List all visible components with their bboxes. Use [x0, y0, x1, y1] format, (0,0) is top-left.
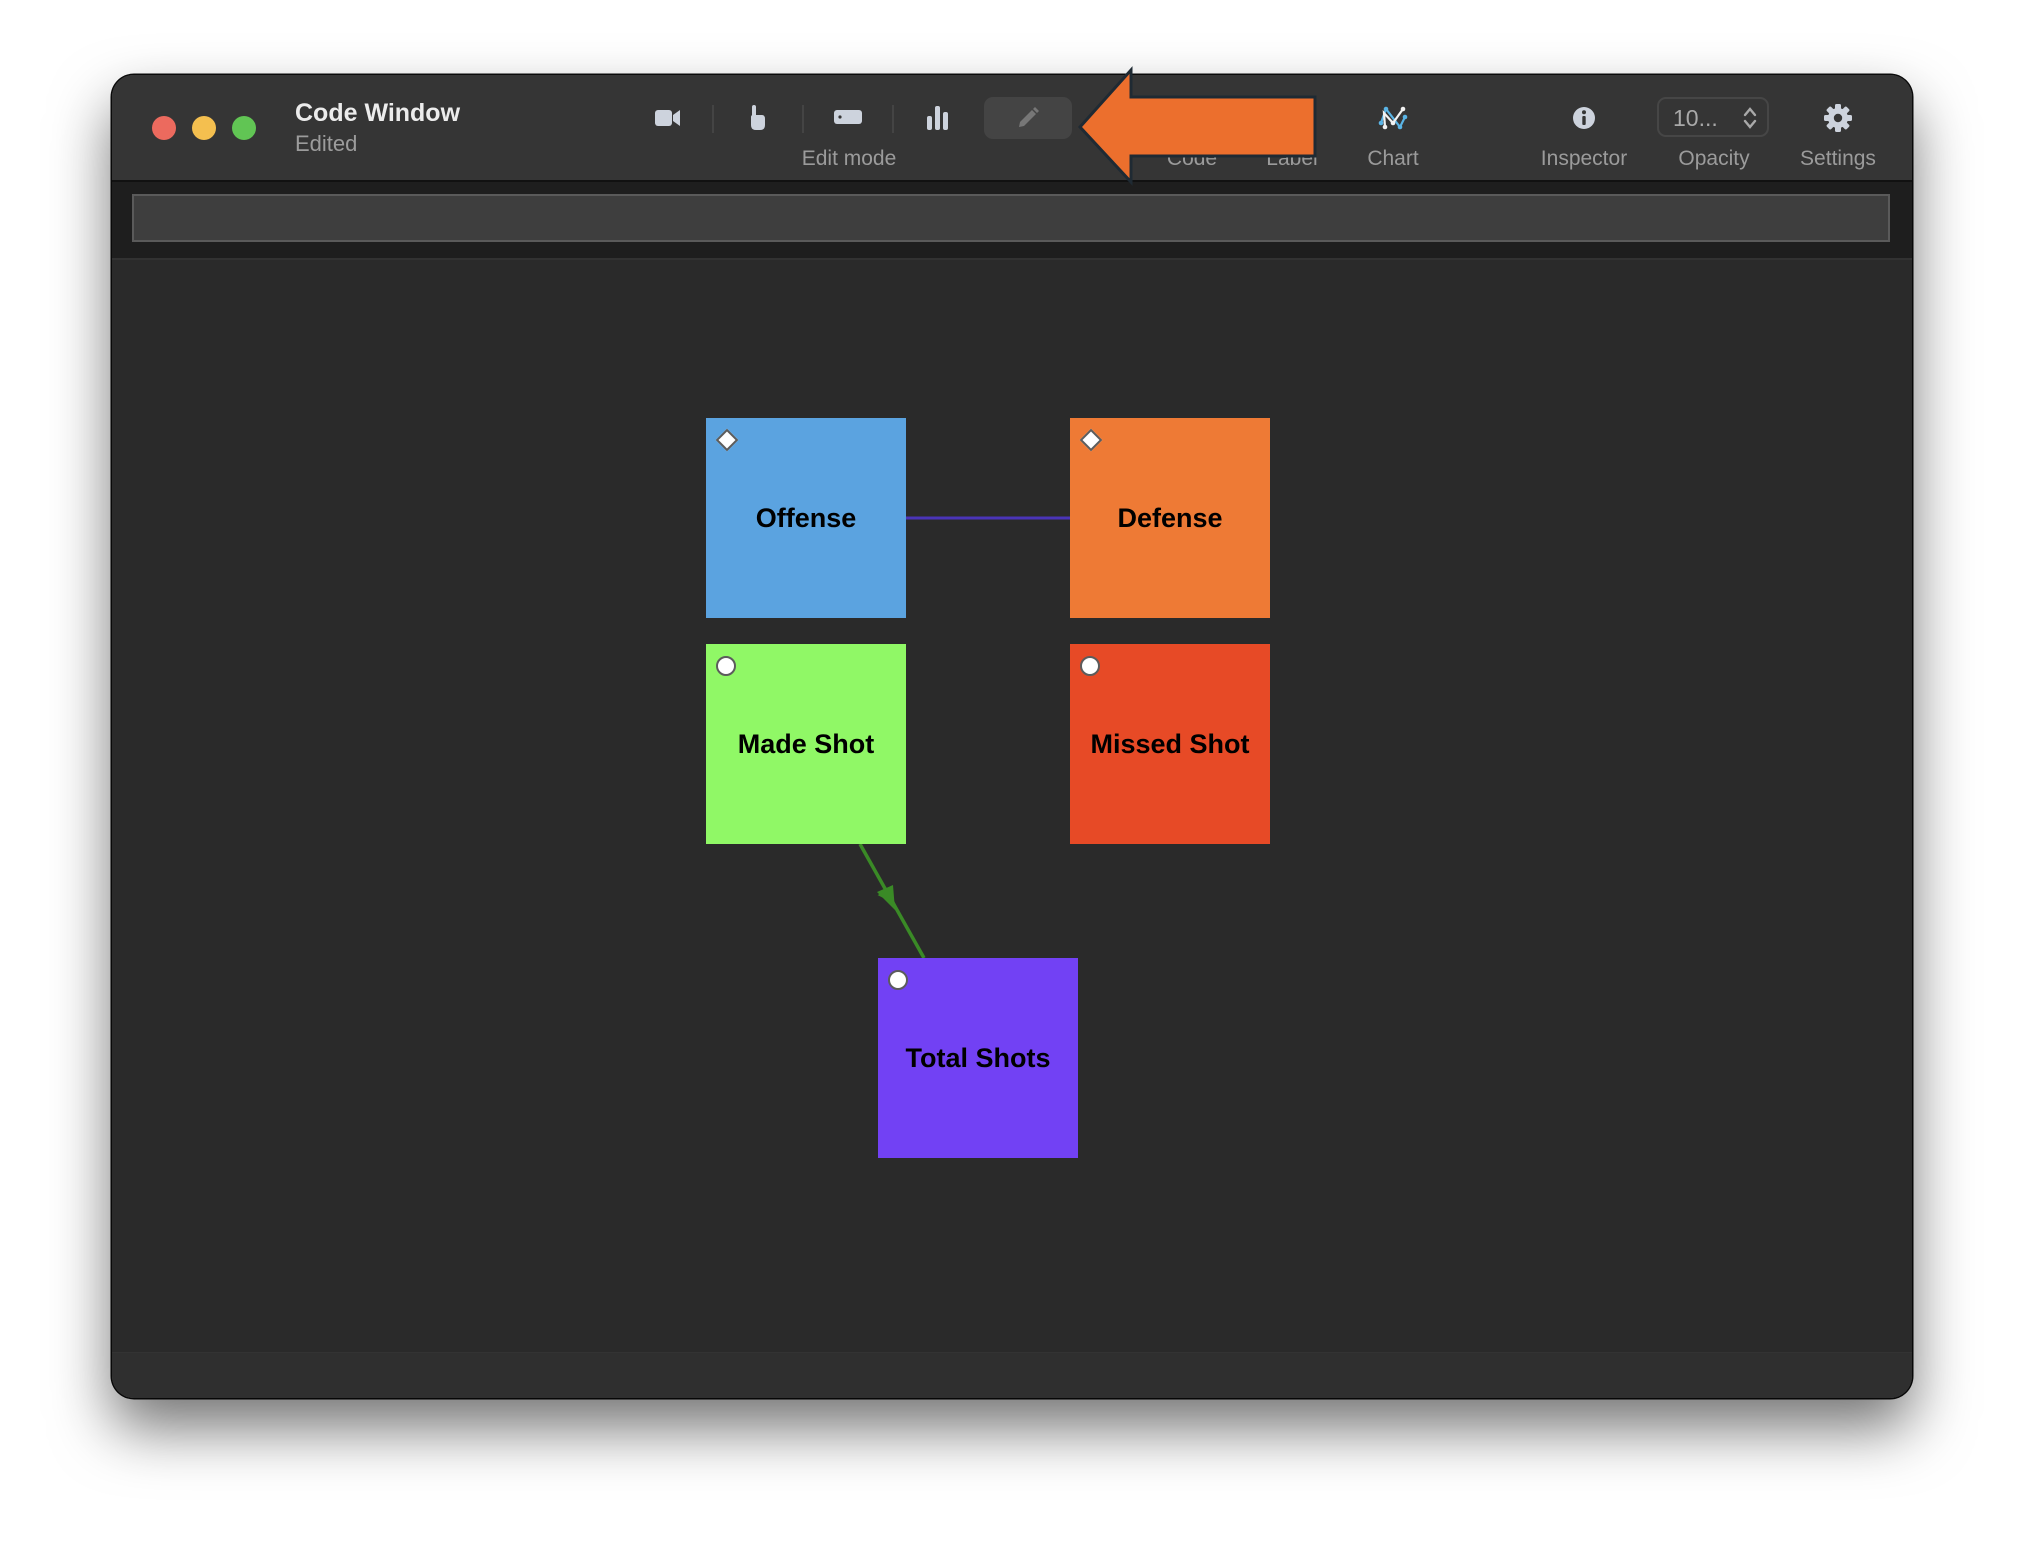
opacity-stepper[interactable]: 10...	[1657, 97, 1769, 137]
tag-button[interactable]	[828, 98, 868, 138]
code-button-label[interactable]: Code	[1167, 147, 1217, 171]
settings-label: Settings	[1800, 147, 1876, 170]
minimize-button[interactable]	[192, 116, 216, 140]
gear-icon	[1824, 104, 1852, 132]
toolbar-separator	[712, 105, 714, 133]
node-label: Missed Shot	[1090, 728, 1250, 759]
node-offense[interactable]: Offense	[706, 418, 906, 618]
bar-chart-button[interactable]	[918, 98, 958, 138]
node-label: Total Shots	[905, 1042, 1051, 1073]
status-bar	[112, 1352, 1912, 1398]
hand-pointer-icon	[751, 105, 765, 130]
toolbar-separator	[892, 105, 894, 133]
label-button-label[interactable]: Label	[1266, 147, 1317, 171]
hand-pointer-button[interactable]	[738, 98, 778, 138]
pencil-icon	[1019, 107, 1039, 127]
chart-line-icon	[1378, 106, 1408, 130]
diamond-marker-icon[interactable]	[715, 428, 739, 452]
chart-button[interactable]	[1373, 98, 1413, 138]
circle-marker-icon[interactable]	[888, 970, 908, 990]
chart-button-label: Chart	[1367, 147, 1419, 170]
code-input-field[interactable]	[132, 194, 1890, 242]
toolbar: Code Window Edited Edit mode Code Label …	[112, 75, 1912, 182]
input-strip	[112, 182, 1912, 260]
node-label: Offense	[755, 502, 857, 533]
bar-chart-icon	[927, 106, 948, 130]
window-title: Code Window	[295, 99, 461, 127]
inspector-button[interactable]	[1564, 98, 1604, 138]
document-status: Edited	[295, 131, 358, 156]
toolbar-separator	[802, 105, 804, 133]
zoom-button[interactable]	[232, 116, 256, 140]
opacity-label: Opacity	[1678, 147, 1750, 170]
chevron-up-down-icon[interactable]	[1743, 106, 1757, 130]
node-defense[interactable]: Defense	[1070, 418, 1270, 618]
tag-icon	[834, 110, 862, 124]
settings-button[interactable]	[1818, 98, 1858, 138]
circle-marker-icon[interactable]	[716, 656, 736, 676]
node-total-shots[interactable]: Total Shots	[878, 958, 1078, 1158]
close-button[interactable]	[152, 116, 176, 140]
video-camera-icon	[655, 110, 680, 126]
edges-layer	[858, 516, 1070, 959]
arrowhead-icon	[877, 885, 895, 910]
node-made-shot[interactable]: Made Shot	[706, 644, 906, 844]
node-missed-shot[interactable]: Missed Shot	[1070, 644, 1270, 844]
circle-marker-icon[interactable]	[1080, 656, 1100, 676]
video-camera-button[interactable]	[648, 98, 688, 138]
pencil-button[interactable]	[1008, 98, 1048, 138]
edit-mode-label: Edit mode	[801, 147, 897, 170]
inspector-label: Inspector	[1540, 147, 1628, 170]
node-label: Made Shot	[737, 728, 875, 759]
opacity-value: 10...	[1673, 105, 1718, 131]
diamond-marker-icon[interactable]	[1079, 428, 1103, 452]
diagram-canvas[interactable]: Offense Defense Made Shot Missed Shot To…	[112, 260, 1912, 1352]
node-label: Defense	[1117, 502, 1223, 533]
app-window: Code Window Edited Edit mode Code Label …	[112, 75, 1912, 1398]
info-icon	[1573, 107, 1595, 129]
